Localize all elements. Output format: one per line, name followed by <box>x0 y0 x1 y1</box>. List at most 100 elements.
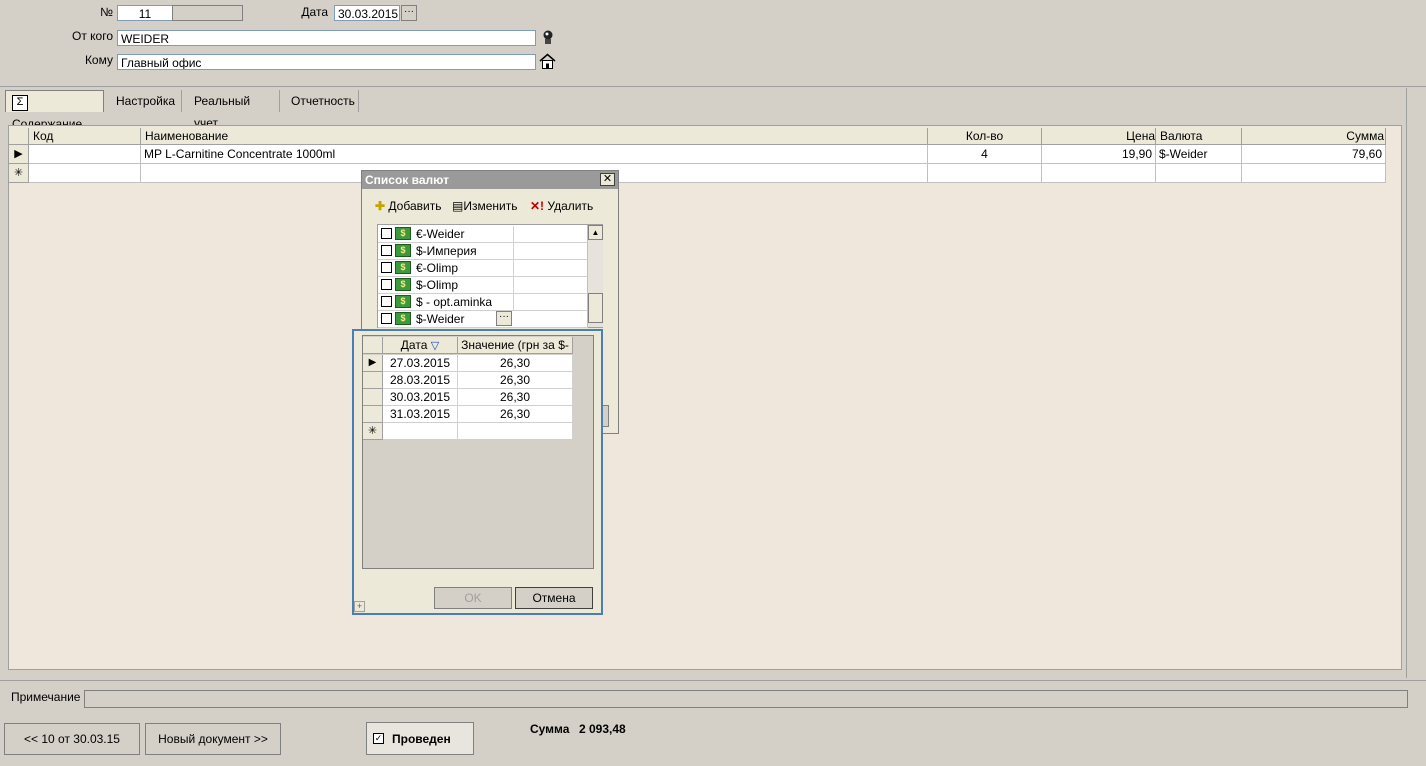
currency-item[interactable]: $ $-Империя <box>378 243 588 260</box>
posted-label: Проведен <box>392 732 451 746</box>
currency-checkbox[interactable] <box>381 279 392 290</box>
to-field[interactable]: Главный офис <box>117 54 536 70</box>
from-field[interactable]: WEIDER <box>117 30 536 46</box>
resize-grip-icon[interactable]: + <box>354 601 365 612</box>
col-name[interactable]: Наименование <box>141 128 928 145</box>
rate-date[interactable]: 31.03.2015 <box>383 406 458 423</box>
col-qty[interactable]: Кол-во <box>928 128 1042 145</box>
rates-row-indicator[interactable] <box>363 372 383 389</box>
edit-currency-button[interactable]: ▤Изменить <box>452 199 517 213</box>
delete-currency-button[interactable]: ✕! Удалить <box>530 199 593 213</box>
currency-list-scrollbar[interactable]: ▲ <box>587 225 603 327</box>
tab-reports[interactable]: Отчетность <box>283 90 359 112</box>
cancel-button[interactable]: Отмена <box>515 587 593 609</box>
currency-checkbox[interactable] <box>381 313 392 324</box>
date-picker-button[interactable]: ··· <box>401 5 417 21</box>
currency-item-label: $-Weider <box>416 312 465 326</box>
rate-value[interactable]: 26,30 <box>458 372 573 389</box>
close-button[interactable]: ✕ <box>600 173 615 186</box>
col-currency[interactable]: Валюта <box>1156 128 1242 145</box>
rates-row-indicator[interactable] <box>363 389 383 406</box>
currency-item-label: $-Olimp <box>416 278 459 292</box>
cell-currency[interactable]: $-Weider <box>1156 145 1242 164</box>
note-label: Примечание <box>11 690 81 704</box>
tab-content[interactable]: ΣСодержание <box>5 90 104 131</box>
currency-icon: $ <box>395 244 411 257</box>
scroll-up-button[interactable]: ▲ <box>588 225 603 240</box>
cell-code[interactable] <box>29 145 141 164</box>
scroll-thumb[interactable] <box>588 293 603 323</box>
currency-icon: $ <box>395 261 411 274</box>
person-icon[interactable] <box>540 29 556 45</box>
currency-item[interactable]: $ $-Weider ··· <box>378 311 588 328</box>
rates-corner <box>363 337 383 354</box>
currency-icon: $ <box>395 295 411 308</box>
date-field[interactable]: 30.03.2015 <box>334 5 400 21</box>
delete-currency-label: Удалить <box>547 199 594 213</box>
row-indicator[interactable]: ▶ <box>9 145 29 164</box>
rates-new-row-indicator[interactable]: ✳ <box>363 423 383 440</box>
sum-value: 2 093,48 <box>579 722 626 736</box>
rates-row-indicator[interactable]: ▶ <box>363 355 383 372</box>
currency-item[interactable]: $ $-Olimp <box>378 277 588 294</box>
currency-checkbox[interactable] <box>381 262 392 273</box>
col-price[interactable]: Цена <box>1042 128 1156 145</box>
currency-item-label: $-Империя <box>416 244 477 258</box>
currency-item[interactable]: $ €-Olimp <box>378 260 588 277</box>
rate-date[interactable]: 30.03.2015 <box>383 389 458 406</box>
column-divider <box>513 277 514 293</box>
currency-checkbox[interactable] <box>381 296 392 307</box>
rates-col-date[interactable]: Дата ▽ <box>383 337 458 354</box>
grid-corner <box>9 128 29 145</box>
rate-date[interactable]: 28.03.2015 <box>383 372 458 389</box>
new-row-code[interactable] <box>29 164 141 183</box>
cell-name[interactable]: MP L-Carnitine Concentrate 1000ml <box>141 145 928 164</box>
currency-checkbox[interactable] <box>381 245 392 256</box>
rate-new-date[interactable] <box>383 423 458 440</box>
new-row-currency[interactable] <box>1156 164 1242 183</box>
cell-qty[interactable]: 4 <box>928 145 1042 164</box>
add-currency-button[interactable]: ✚ Добавить <box>375 199 441 213</box>
currency-dialog-title: Список валют <box>365 173 449 187</box>
posted-checkbox[interactable]: ✓ <box>373 733 384 744</box>
tab-settings[interactable]: Настройка <box>108 90 182 112</box>
new-row-sum[interactable] <box>1242 164 1386 183</box>
new-row-price[interactable] <box>1042 164 1156 183</box>
edit-icon: ▤ <box>452 199 464 213</box>
tab-real-accounting[interactable]: Реальный учет <box>186 90 280 130</box>
ok-button[interactable]: OK <box>434 587 512 609</box>
currency-icon: $ <box>395 227 411 240</box>
rate-new-value[interactable] <box>458 423 573 440</box>
currency-item-label: €-Weider <box>416 227 465 241</box>
sort-desc-icon: ▽ <box>430 340 440 352</box>
cell-price[interactable]: 19,90 <box>1042 145 1156 164</box>
items-grid[interactable] <box>8 125 1402 670</box>
note-field[interactable] <box>84 690 1408 708</box>
new-row-qty[interactable] <box>928 164 1042 183</box>
currency-icon: $ <box>395 278 411 291</box>
currency-dialog-titlebar[interactable]: Список валют ✕ <box>362 171 618 189</box>
currency-checkbox[interactable] <box>381 228 392 239</box>
close-icon: ✕ <box>602 173 613 185</box>
number-field[interactable]: 11 <box>117 5 173 21</box>
rates-row-indicator[interactable] <box>363 406 383 423</box>
rate-value[interactable]: 26,30 <box>458 355 573 372</box>
prev-document-button[interactable]: << 10 от 30.03.15 <box>4 723 140 755</box>
cell-sum[interactable]: 79,60 <box>1242 145 1386 164</box>
currency-item[interactable]: $ $ - opt.aminka <box>378 294 588 311</box>
currency-rate-button[interactable]: ··· <box>496 311 512 326</box>
rate-date[interactable]: 27.03.2015 <box>383 355 458 372</box>
currency-item-label: $ - opt.aminka <box>416 295 493 309</box>
new-document-button[interactable]: Новый документ >> <box>145 723 281 755</box>
col-code[interactable]: Код <box>29 128 141 145</box>
col-sum[interactable]: Сумма <box>1242 128 1386 145</box>
rate-value[interactable]: 26,30 <box>458 389 573 406</box>
rates-col-value[interactable]: Значение (грн за $- <box>458 337 573 354</box>
posted-toggle[interactable]: ✓ Проведен <box>366 722 474 755</box>
currency-item[interactable]: $ €-Weider <box>378 226 588 243</box>
rate-value[interactable]: 26,30 <box>458 406 573 423</box>
new-row-indicator[interactable]: ✳ <box>9 164 29 183</box>
home-icon[interactable] <box>539 53 556 70</box>
ellipsis-icon: ··· <box>404 6 414 17</box>
grid-scrollbar-right[interactable] <box>1406 88 1421 678</box>
